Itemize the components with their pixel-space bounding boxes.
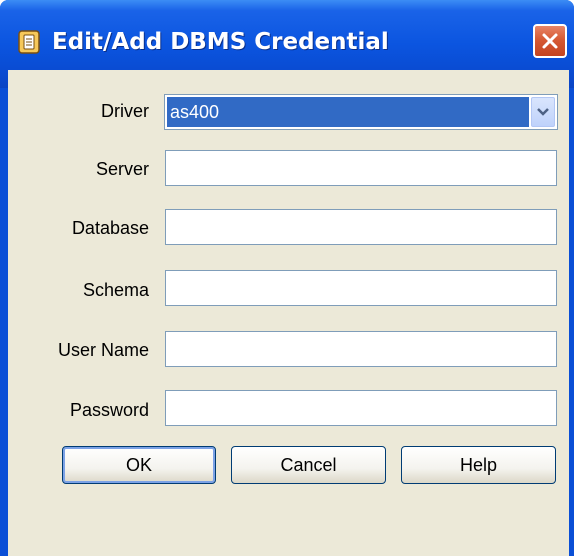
- password-input[interactable]: [165, 390, 557, 426]
- driver-select-value[interactable]: as400: [167, 97, 529, 127]
- close-button[interactable]: [533, 24, 567, 58]
- schema-label: Schema: [82, 280, 149, 300]
- help-button[interactable]: Help: [401, 446, 556, 484]
- database-input[interactable]: [165, 209, 557, 245]
- driver-select[interactable]: as400: [164, 94, 558, 130]
- close-icon: [542, 33, 558, 49]
- user-name-input[interactable]: [165, 331, 557, 367]
- app-icon: [18, 30, 40, 54]
- schema-input[interactable]: [165, 270, 557, 306]
- password-label: Password: [69, 400, 149, 420]
- ok-button[interactable]: OK: [62, 446, 216, 484]
- driver-dropdown-button[interactable]: [531, 97, 555, 127]
- cancel-button[interactable]: Cancel: [231, 446, 386, 484]
- chevron-down-icon: [537, 108, 549, 116]
- dialog-window: Edit/Add DBMS Credential Driver as400 Se…: [0, 0, 574, 556]
- server-input[interactable]: [165, 150, 557, 186]
- user-name-label: User Name: [57, 340, 149, 360]
- database-label: Database: [71, 218, 149, 238]
- window-title: Edit/Add DBMS Credential: [52, 29, 389, 55]
- server-label: Server: [95, 159, 149, 179]
- dialog-body: Driver as400 Server Database Schema User…: [8, 70, 569, 556]
- driver-label: Driver: [101, 101, 149, 121]
